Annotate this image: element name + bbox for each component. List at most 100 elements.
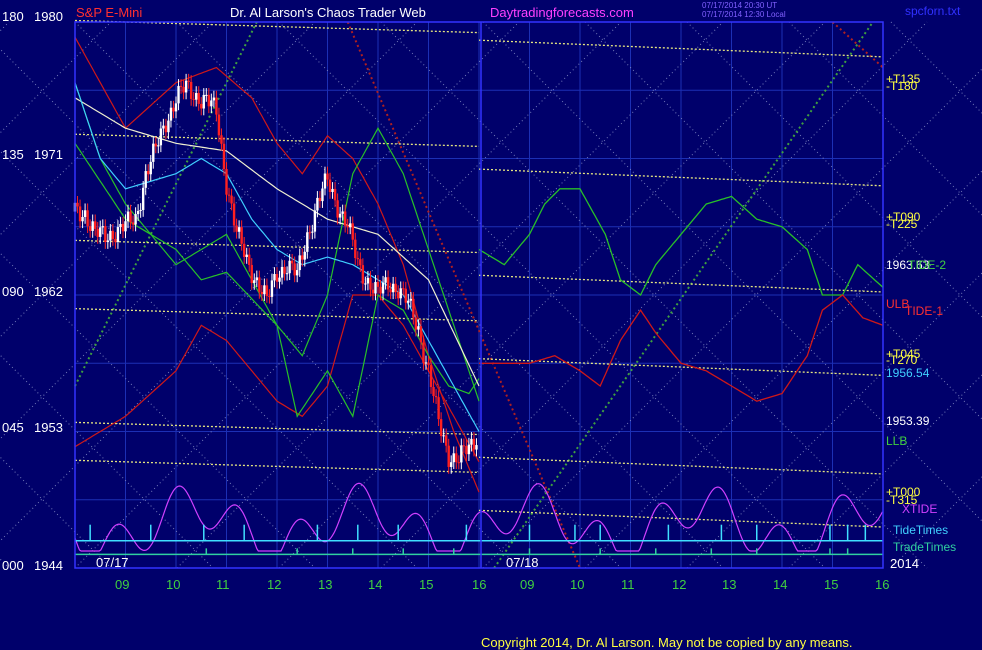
price-bar	[263, 285, 266, 295]
y-tick-degree-000: 000	[2, 558, 24, 573]
price-bar	[311, 231, 314, 233]
price-bar	[179, 85, 183, 87]
price-bar	[197, 93, 200, 104]
price-bar	[248, 254, 251, 265]
price-bar	[424, 362, 428, 364]
label-trade-times: TradeTimes	[893, 540, 957, 554]
label-llb: LLB	[886, 434, 908, 448]
red-guide-diagonal	[831, 21, 884, 69]
price-bar	[225, 168, 228, 195]
price-bar	[124, 221, 127, 232]
price-bar	[242, 243, 246, 257]
price-bar	[293, 263, 296, 276]
price-bar	[429, 365, 433, 388]
price-bar	[121, 223, 125, 232]
price-bar	[217, 114, 221, 136]
price-bar	[189, 81, 193, 99]
x-tick-hour: 14	[368, 577, 383, 592]
price-bar	[343, 211, 347, 226]
price-bar	[389, 289, 392, 293]
price-bar	[442, 435, 445, 437]
price-bar	[331, 188, 334, 192]
price-bar	[450, 462, 453, 467]
x-tick-hour: 10	[570, 577, 585, 592]
x-tick-hour: 11	[216, 577, 230, 592]
price-bar	[409, 298, 413, 301]
price-bar	[391, 283, 395, 293]
price-bar	[359, 259, 362, 266]
price-bar	[467, 444, 471, 455]
price-bar	[104, 226, 107, 243]
price-bar	[187, 80, 190, 82]
price-bar	[366, 277, 370, 284]
price-bar	[111, 230, 115, 239]
label-t090: +T090	[886, 210, 921, 224]
price-bar	[172, 107, 175, 112]
price-bar	[184, 80, 188, 93]
price-bar	[399, 288, 402, 299]
data-file-name: spcforn.txt	[905, 4, 961, 18]
label-price-1956: 1956.54	[886, 366, 930, 380]
y-tick-price-1944: 1944	[34, 558, 63, 573]
price-bar	[174, 103, 178, 112]
price-bar	[351, 223, 354, 240]
price-bar	[439, 419, 443, 436]
x-tick-hour: 09	[115, 577, 130, 592]
price-bar	[369, 277, 372, 290]
price-bar	[119, 223, 122, 228]
price-bar	[402, 288, 405, 290]
price-bar	[268, 295, 271, 297]
price-bar	[328, 179, 332, 192]
price-bar	[336, 200, 339, 218]
price-bar	[290, 260, 294, 264]
price-bar	[237, 227, 241, 232]
price-bar	[381, 282, 385, 294]
y-tick-price-1962: 1962	[34, 284, 63, 299]
price-bar	[321, 188, 324, 202]
price-bar	[265, 285, 269, 296]
price-bar	[437, 397, 440, 420]
price-bar	[397, 292, 400, 299]
x-tick-hour: 15	[419, 577, 434, 592]
site-link[interactable]: Daytradingforecasts.com	[490, 6, 634, 19]
label-tide-times: TideTimes	[893, 523, 949, 537]
session-date-0717: 07/17	[96, 555, 129, 570]
timestamp-local: 07/17/2014 12:30 Local	[702, 10, 786, 19]
y-tick-price-1953: 1953	[34, 420, 63, 435]
price-bar	[202, 94, 205, 109]
price-bar	[308, 232, 312, 234]
x-tick-hour: 16	[472, 577, 487, 592]
price-bar	[99, 227, 102, 237]
price-bar	[101, 226, 104, 228]
price-bar	[78, 206, 82, 222]
price-bar	[250, 264, 253, 283]
price-bar	[386, 277, 390, 290]
price-bar	[465, 446, 468, 455]
price-bar	[192, 98, 195, 100]
price-bar	[432, 387, 435, 396]
price-bar	[404, 288, 407, 303]
price-bar	[232, 203, 236, 226]
chart-canvas	[0, 19, 982, 569]
price-bar	[394, 283, 397, 293]
price-bar	[215, 97, 218, 115]
price-bar	[200, 103, 203, 109]
price-bar	[283, 266, 286, 274]
instrument-title: S&P E-Mini	[76, 5, 143, 20]
y-tick-price-1980: 1980	[34, 9, 63, 24]
x-tick-hour: 09	[520, 577, 535, 592]
price-bar	[258, 277, 261, 292]
price-bar	[296, 270, 299, 276]
y-tick-degree-090: 090	[2, 284, 24, 299]
label-t135: +T135	[886, 72, 921, 86]
price-bar	[270, 280, 274, 297]
price-bar	[361, 265, 365, 284]
chart-title: Dr. Al Larson's Chaos Trader Web	[230, 5, 426, 20]
price-bar	[374, 281, 377, 294]
price-bar	[230, 195, 233, 204]
price-bar	[349, 223, 352, 228]
price-bar	[169, 107, 173, 121]
x-tick-hour: 14	[773, 577, 788, 592]
x-tick-hour: 13	[722, 577, 737, 592]
price-bar	[205, 94, 208, 96]
